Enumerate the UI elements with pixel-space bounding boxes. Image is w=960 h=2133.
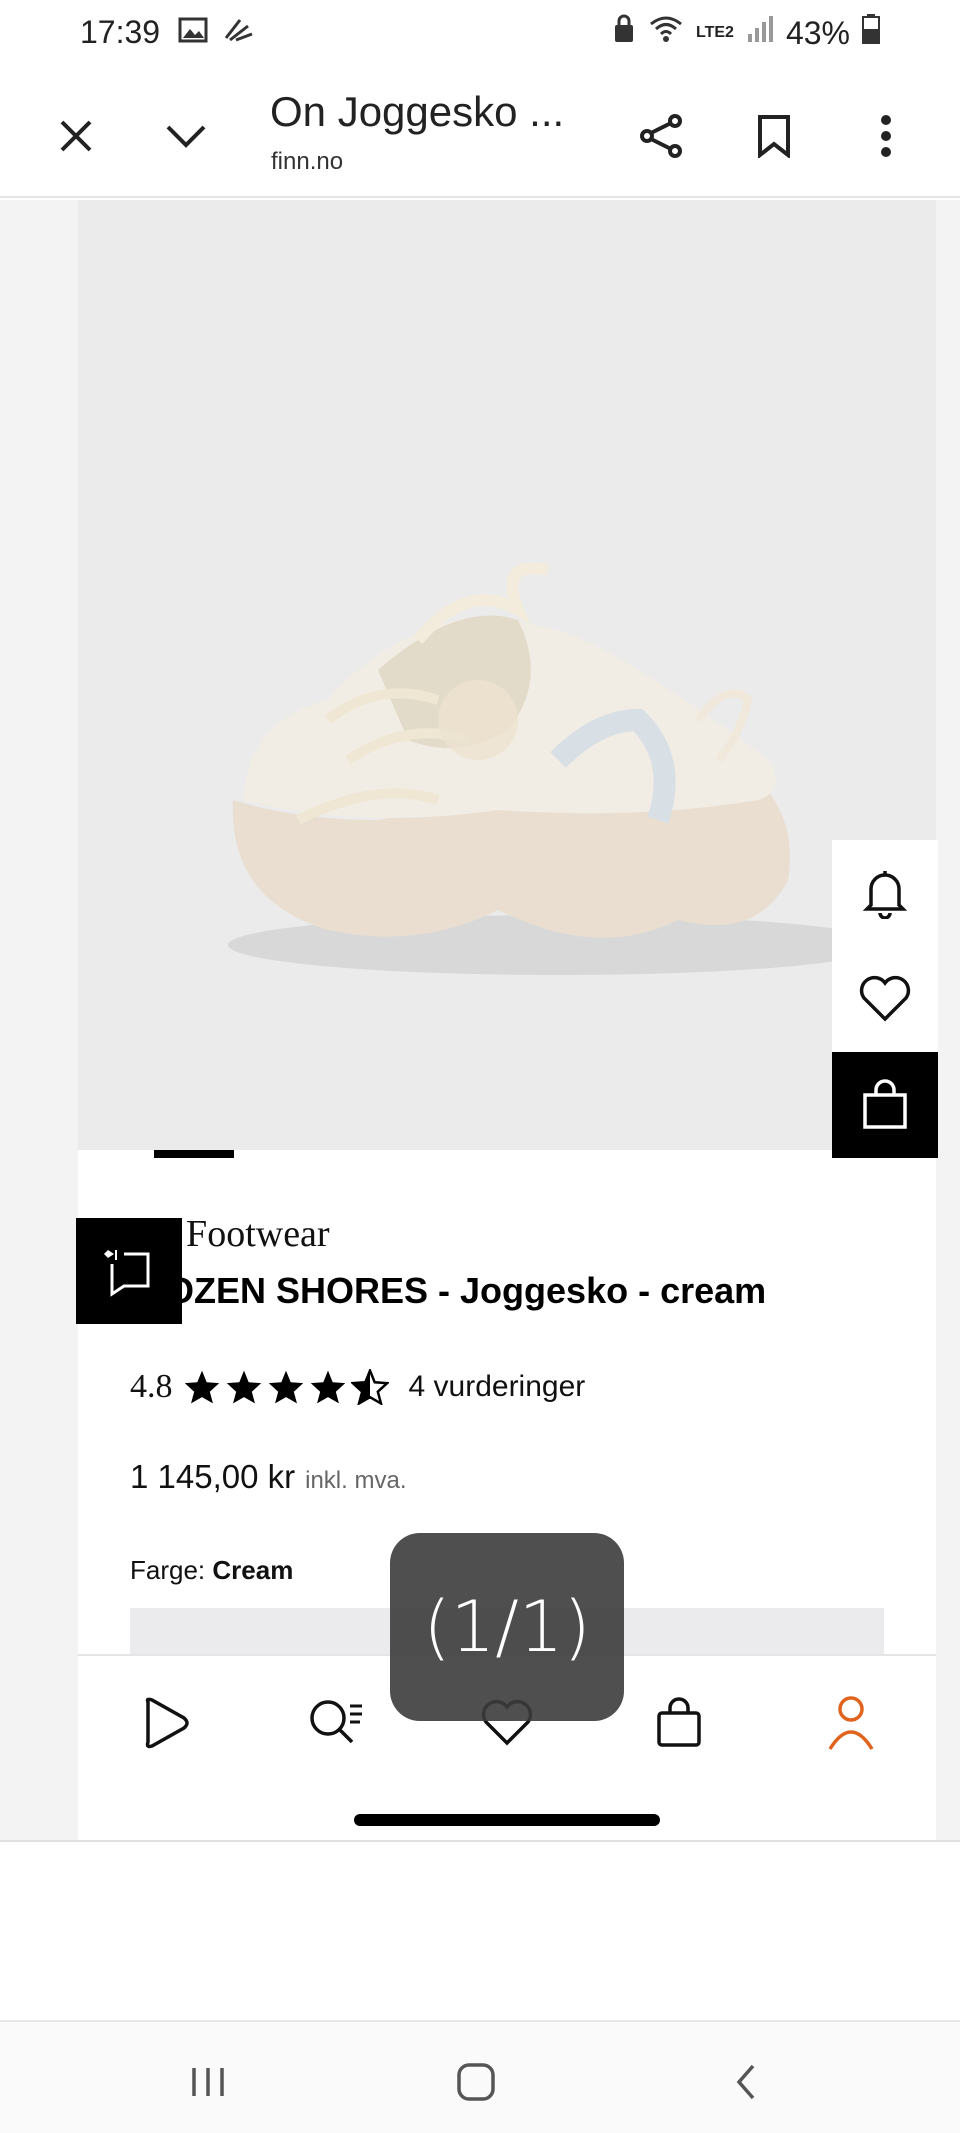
home-icon[interactable]	[446, 2052, 506, 2112]
browser-toolbar: On Joggesko ... finn.no	[0, 70, 960, 198]
network-label: LTE2	[696, 24, 734, 41]
more-vert-icon[interactable]	[860, 110, 912, 162]
side-actions	[832, 840, 938, 1158]
page-domain: finn.no	[271, 148, 344, 175]
star-icon	[184, 1370, 219, 1404]
rating-row[interactable]: 4.8 4 vurderinger	[130, 1368, 585, 1406]
sneaker-image	[228, 562, 888, 975]
search-list-icon[interactable]	[300, 1688, 370, 1758]
color-row: Farge: Cream	[130, 1555, 293, 1586]
status-bar: 17:39 LTE2 43%	[0, 0, 960, 70]
star-icon	[268, 1370, 303, 1404]
system-nav-bar	[0, 2020, 960, 2133]
price: 1 145,00 kr	[130, 1458, 296, 1495]
toast-message: (1/1)	[390, 1533, 624, 1721]
lock-icon	[612, 14, 636, 52]
image-icon	[178, 16, 208, 49]
product-image[interactable]	[78, 200, 936, 1150]
heart-icon[interactable]	[832, 946, 938, 1052]
close-icon[interactable]	[50, 110, 102, 162]
signal-icon	[746, 14, 774, 52]
bag-icon[interactable]	[832, 1052, 938, 1158]
rating-value: 4.8	[130, 1368, 173, 1405]
bookmark-icon[interactable]	[748, 110, 800, 162]
bell-icon[interactable]	[832, 840, 938, 946]
ai-feedback-button[interactable]	[76, 1218, 182, 1324]
sparkle-comment-icon	[104, 1250, 150, 1297]
page-title: On Joggesko ...	[270, 88, 565, 135]
profile-icon[interactable]	[816, 1688, 886, 1758]
product-brand[interactable]: i Footwear	[166, 1212, 330, 1256]
price-row: 1 145,00 kr inkl. mva.	[130, 1458, 406, 1496]
color-label: Farge:	[130, 1555, 206, 1585]
star-half-icon	[350, 1369, 389, 1405]
battery-icon	[862, 14, 880, 52]
product-name: OZEN SHORES - Joggesko - cream	[166, 1270, 767, 1311]
wifi-icon	[648, 14, 684, 52]
status-time: 17:39	[80, 14, 161, 50]
star-icon	[226, 1370, 261, 1404]
share-icon[interactable]	[636, 110, 688, 162]
back-icon[interactable]	[716, 2052, 776, 2112]
color-value: Cream	[212, 1555, 294, 1585]
battery-percent: 43%	[785, 14, 850, 51]
bag-icon[interactable]	[644, 1688, 714, 1758]
reviews-count[interactable]: 4 vurderinger	[409, 1370, 586, 1404]
image-indicator	[154, 1150, 234, 1158]
page-footer-area	[0, 1840, 960, 2020]
rating-stars	[183, 1369, 389, 1405]
play-icon[interactable]	[130, 1688, 200, 1758]
star-icon	[310, 1370, 345, 1404]
nike-icon	[222, 16, 256, 49]
web-home-indicator	[354, 1814, 660, 1826]
recent-apps-icon[interactable]	[178, 2052, 238, 2112]
vat-note: inkl. mva.	[305, 1467, 407, 1494]
chevron-down-icon[interactable]	[160, 110, 212, 162]
